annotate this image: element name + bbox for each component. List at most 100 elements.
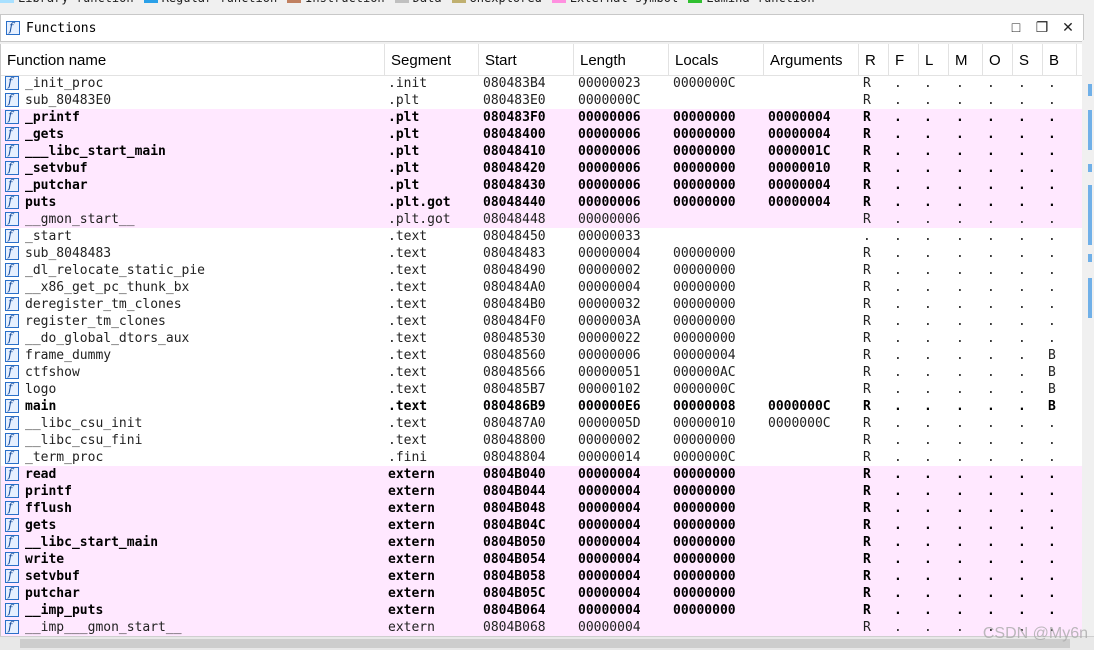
close-button[interactable]: ✕ — [1059, 18, 1077, 36]
cell-flag-m: . — [956, 518, 964, 533]
column-header-start[interactable]: Start — [479, 44, 574, 75]
table-row[interactable]: f write extern 0804B054 00000004 00000000 R...… — [1, 551, 1082, 568]
table-row[interactable]: f main .text 080486B9 000000E6 00000008 000000… — [1, 398, 1082, 415]
table-row[interactable]: f _gets .plt 08048400 00000006 00000000 000000… — [1, 126, 1082, 143]
cell-name: fflush — [25, 501, 72, 516]
table-row[interactable]: f __x86_get_pc_thunk_bx .text 080484A0 00000… — [1, 279, 1082, 296]
cell-segment: .init — [388, 76, 428, 91]
table-row[interactable]: f _dl_relocate_static_pie .text 08048490 000… — [1, 262, 1082, 279]
table-row[interactable]: f __libc_start_main extern 0804B050 00000004… — [1, 534, 1082, 551]
cell-segment: .text — [388, 331, 428, 346]
table-row[interactable]: f fflush extern 0804B048 00000004 00000000 R..… — [1, 500, 1082, 517]
table-row[interactable]: f gets extern 0804B04C 00000004 00000000 R....… — [1, 517, 1082, 534]
legend-label: Library function — [18, 0, 134, 5]
function-icon: f — [5, 568, 19, 583]
column-header-o[interactable]: O — [983, 44, 1013, 75]
column-header-arguments[interactable]: Arguments — [764, 44, 859, 75]
table-row[interactable]: f __do_global_dtors_aux .text 08048530 00000… — [1, 330, 1082, 347]
column-header-s[interactable]: S — [1013, 44, 1043, 75]
table-row[interactable]: f deregister_tm_clones .text 080484B0 000000… — [1, 296, 1082, 313]
cell-name: setvbuf — [25, 569, 80, 584]
cell-flag-r: R — [863, 280, 871, 295]
cell-name: printf — [25, 484, 72, 499]
cell-flag-l: . — [924, 365, 932, 380]
table-row[interactable]: f read extern 0804B040 00000004 00000000 R....… — [1, 466, 1082, 483]
column-header-m[interactable]: M — [949, 44, 983, 75]
column-header-locals[interactable]: Locals — [669, 44, 764, 75]
table-row[interactable]: f _setvbuf .plt 08048420 00000006 00000000 000… — [1, 160, 1082, 177]
function-icon: f — [5, 211, 19, 226]
restore-button[interactable]: ❐ — [1033, 18, 1051, 36]
cell-name: __imp___gmon_start__ — [25, 620, 182, 635]
table-row[interactable]: f printf extern 0804B044 00000004 00000000 R..… — [1, 483, 1082, 500]
function-icon: f — [5, 313, 19, 328]
cell-name: register_tm_clones — [25, 314, 166, 329]
table-row[interactable]: f logo .text 080485B7 00000102 0000000C R.....… — [1, 381, 1082, 398]
table-row[interactable]: f ___libc_start_main .plt 08048410 00000006 0… — [1, 143, 1082, 160]
table-row[interactable]: f __libc_csu_fini .text 08048800 00000002 000… — [1, 432, 1082, 449]
table-row[interactable]: f _term_proc .fini 08048804 00000014 0000000C… — [1, 449, 1082, 466]
cell-flag-m: . — [956, 467, 964, 482]
table-row[interactable]: f _printf .plt 080483F0 00000006 00000000 0000… — [1, 109, 1082, 126]
function-icon: f — [5, 109, 19, 124]
table-row[interactable]: f frame_dummy .text 08048560 00000006 0000000… — [1, 347, 1082, 364]
vertical-scrollbar[interactable] — [1082, 40, 1094, 636]
cell-start: 08048566 — [483, 365, 546, 380]
table-row[interactable]: f _putchar .plt 08048430 00000006 00000000 000… — [1, 177, 1082, 194]
cell-length: 0000005D — [578, 416, 641, 431]
cell-name: write — [25, 552, 65, 567]
table-row[interactable]: f __imp___gmon_start__ extern 0804B068 00000… — [1, 619, 1082, 636]
column-header-segment[interactable]: Segment — [385, 44, 479, 75]
cell-flag-b: . — [1048, 280, 1056, 295]
cell-start: 08048450 — [483, 229, 546, 244]
cell-flag-f: . — [894, 93, 902, 108]
table-row[interactable]: f puts .plt.got 08048440 00000006 00000000 000… — [1, 194, 1082, 211]
table-row[interactable]: f __imp_puts extern 0804B064 00000004 0000000… — [1, 602, 1082, 619]
table-row[interactable]: f _start .text 08048450 00000033....... — [1, 228, 1082, 245]
table-row[interactable]: f setvbuf extern 0804B058 00000004 00000000 R.… — [1, 568, 1082, 585]
column-header-function-name[interactable]: Function name — [1, 44, 385, 75]
column-header-f[interactable]: F — [889, 44, 919, 75]
maximize-button[interactable]: □ — [1007, 18, 1025, 36]
table-row[interactable]: f sub_80483E0 .plt 080483E0 0000000C R...... — [1, 92, 1082, 109]
cell-start: 08048448 — [483, 212, 546, 227]
cell-segment: .plt — [388, 93, 420, 108]
cell-flag-s: . — [1018, 144, 1026, 159]
cell-flag-f: . — [894, 263, 902, 278]
cell-flag-f: . — [894, 450, 902, 465]
legend-label: Lumina function — [706, 0, 814, 5]
column-header-b[interactable]: B — [1043, 44, 1077, 75]
column-header-length[interactable]: Length — [574, 44, 669, 75]
cell-flag-s: . — [1018, 161, 1026, 176]
column-header-r[interactable]: R — [859, 44, 889, 75]
table-row[interactable]: f register_tm_clones .text 080484F0 0000003A… — [1, 313, 1082, 330]
table-row[interactable]: f sub_8048483 .text 08048483 00000004 0000000… — [1, 245, 1082, 262]
cell-flag-r: R — [863, 263, 871, 278]
cell-flag-m: . — [956, 212, 964, 227]
cell-segment: extern — [388, 484, 435, 499]
cell-flag-l: . — [924, 110, 932, 125]
cell-flag-b: . — [1048, 93, 1056, 108]
cell-flag-r: R — [863, 365, 871, 380]
column-header-l[interactable]: L — [919, 44, 949, 75]
table-row[interactable]: f putchar extern 0804B05C 00000004 00000000 R.… — [1, 585, 1082, 602]
cell-flag-s: . — [1018, 229, 1026, 244]
cell-flag-r: R — [863, 467, 871, 482]
cell-flag-m: . — [956, 365, 964, 380]
cell-args: 00000004 — [768, 195, 831, 210]
cell-name: __libc_start_main — [25, 535, 159, 550]
cell-start: 0804B040 — [483, 467, 546, 482]
cell-flag-o: . — [987, 246, 995, 261]
table-row[interactable]: f __libc_csu_init .text 080487A0 0000005D 000… — [1, 415, 1082, 432]
table-row[interactable]: f _init_proc .init 080483B4 00000023 0000000C… — [1, 75, 1082, 92]
table-row[interactable]: f ctfshow .text 08048566 00000051 000000AC R..… — [1, 364, 1082, 381]
cell-segment: .text — [388, 314, 428, 329]
cell-flag-s: . — [1018, 518, 1026, 533]
legend-swatch — [0, 0, 14, 3]
cell-flag-b: . — [1048, 229, 1056, 244]
cell-flag-r: R — [863, 399, 871, 414]
scrollbar-thumb[interactable] — [20, 639, 1070, 648]
table-row[interactable]: f __gmon_start__ .plt.got 08048448 00000006 R… — [1, 211, 1082, 228]
horizontal-scrollbar[interactable] — [0, 636, 1094, 650]
watermark: CSDN @My6n — [982, 625, 1088, 642]
